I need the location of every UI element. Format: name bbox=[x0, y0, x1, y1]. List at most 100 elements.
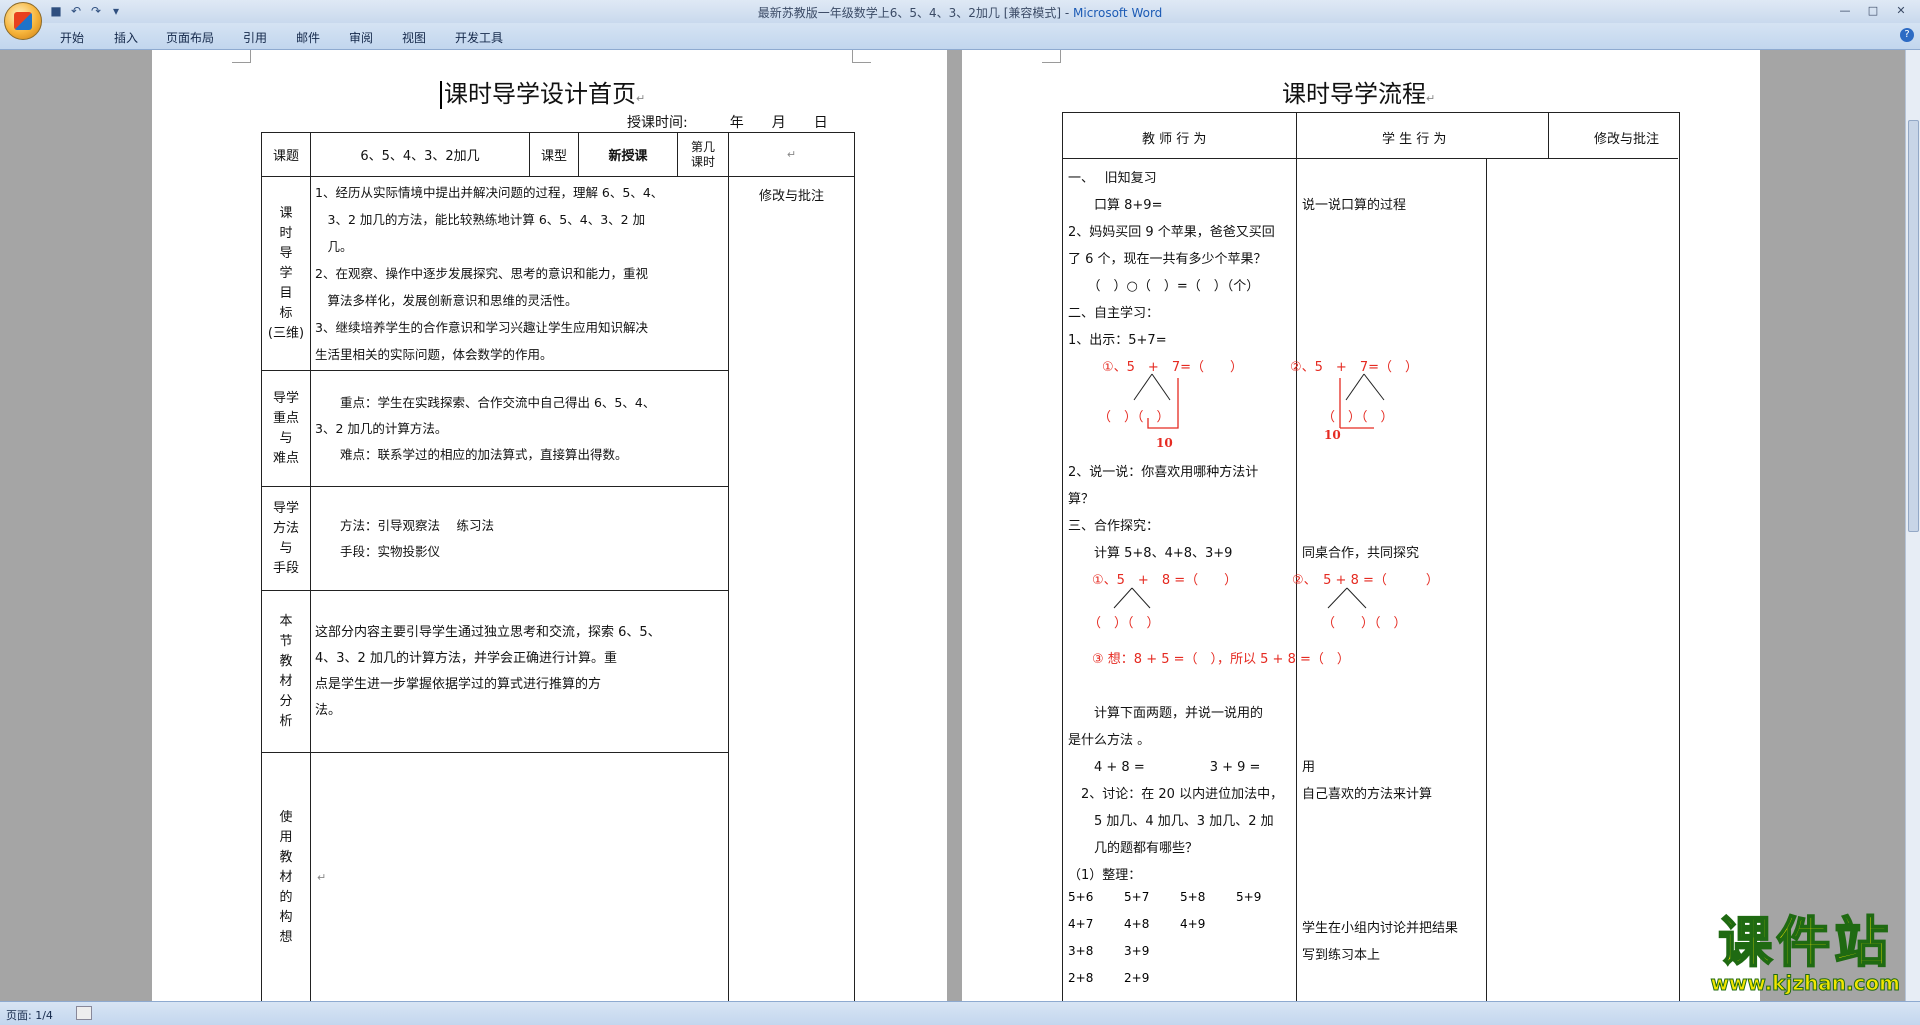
flow-table-header-rule bbox=[1062, 158, 1678, 159]
tab-home[interactable]: 开始 bbox=[60, 29, 84, 46]
page-1[interactable]: 课时导学设计首页↵ 授课时间: 年 月 日 课题 6、5、4、3、2加几 课型 … bbox=[152, 50, 947, 1002]
goals-line: 1、经历从实际情境中提出并解决问题的过程，理解 6、5、4、 bbox=[315, 185, 664, 200]
sum-item: 4+9 bbox=[1180, 917, 1206, 931]
analysis-label-char: 节 bbox=[279, 633, 293, 649]
page-indicator[interactable]: 页面: 1/4 bbox=[6, 1007, 53, 1023]
usage-label-char: 想 bbox=[279, 929, 293, 945]
student-line: 说一说口算的过程 bbox=[1302, 198, 1407, 213]
goals-line: 3、2 加几的方法，能比较熟练地计算 6、5、4、3、2 加 bbox=[315, 212, 646, 227]
document-workspace[interactable]: 课时导学设计首页↵ 授课时间: 年 月 日 课题 6、5、4、3、2加几 课型 … bbox=[0, 50, 1906, 1002]
teacher-line: 计算 5+8、4+8、3+9 bbox=[1068, 546, 1233, 561]
crop-mark bbox=[1042, 50, 1061, 63]
method-label-line: 手段 bbox=[272, 560, 299, 576]
teacher-line: 几的题都有哪些？ bbox=[1068, 841, 1199, 856]
ten-label: 10 bbox=[1156, 436, 1173, 450]
analysis-line: 点是学生进一步掌握依据学过的算式进行推算的方 bbox=[315, 676, 602, 692]
topic-label: 课题 bbox=[261, 132, 311, 177]
expr-3-split: （ ）（ ） bbox=[1088, 616, 1160, 631]
analysis-line: 4、3、2 加几的计算方法，并学会正确进行计算。重 bbox=[315, 650, 617, 666]
teacher-line: 是什么方法 。 bbox=[1068, 733, 1151, 748]
teacher-line: 口算 8+9= bbox=[1068, 198, 1163, 213]
focus-line: 重点：学生在实践探索、合作交流中自己得出 6、5、4、 bbox=[315, 394, 656, 410]
method-line: 手段：实物投影仪 bbox=[315, 543, 441, 559]
tab-review[interactable]: 审阅 bbox=[349, 29, 373, 46]
sum-item: 5+9 bbox=[1236, 890, 1262, 904]
help-icon[interactable]: ? bbox=[1900, 28, 1914, 42]
focus-label: 导学 重点 与 难点 bbox=[261, 370, 311, 487]
sum-item: 5+6 bbox=[1068, 890, 1094, 904]
method-label-line: 导学 bbox=[272, 500, 299, 516]
sum-item: 3+9 bbox=[1124, 944, 1150, 958]
tab-page-layout[interactable]: 页面布局 bbox=[166, 29, 214, 46]
goals-line: 2、在观察、操作中逐步发展探究、思考的意识和能力，重视 bbox=[315, 266, 648, 281]
analysis-label-char: 分 bbox=[279, 693, 293, 709]
analysis-label-char: 析 bbox=[279, 713, 293, 729]
expr-4-split: （ ）（ ） bbox=[1322, 616, 1407, 631]
page2-title: 课时导学流程↵ bbox=[1282, 80, 1436, 108]
tab-developer[interactable]: 开发工具 bbox=[455, 29, 503, 46]
tab-view[interactable]: 视图 bbox=[402, 29, 426, 46]
goals-line: 算法多样化，发展创新意识和思维的灵活性。 bbox=[315, 293, 578, 308]
expr-2-split: （ ）（ ） bbox=[1322, 410, 1394, 425]
proofing-icon[interactable] bbox=[76, 1006, 92, 1020]
goals-label-char: 导 bbox=[279, 245, 293, 261]
sum-item: 4+7 bbox=[1068, 917, 1094, 931]
header-student: 学 生 行 为 bbox=[1382, 132, 1447, 147]
office-button[interactable] bbox=[4, 2, 42, 40]
text-cursor bbox=[440, 81, 442, 109]
usage-label-char: 构 bbox=[279, 909, 293, 925]
vertical-scrollbar[interactable] bbox=[1905, 50, 1920, 1002]
teacher-line: 2、说一说：你喜欢用哪种方法计 bbox=[1068, 465, 1259, 480]
minimize-icon[interactable]: — bbox=[1832, 2, 1858, 20]
goals-label-char: 课 bbox=[279, 205, 293, 221]
usage-label: 使 用 教 材 的 构 想 bbox=[261, 752, 311, 1002]
topic-value[interactable]: 6、5、4、3、2加几 bbox=[310, 132, 530, 177]
sum-item: 2+8 bbox=[1068, 971, 1094, 985]
student-line: 写到练习本上 bbox=[1302, 948, 1381, 963]
sum-item: 2+9 bbox=[1124, 971, 1150, 985]
flow-table-divider bbox=[1486, 158, 1487, 1002]
tab-insert[interactable]: 插入 bbox=[114, 29, 138, 46]
teacher-line: 了 6 个，现在一共有多少个苹果？ bbox=[1068, 252, 1267, 267]
period-value[interactable]: ↵ bbox=[728, 132, 855, 177]
student-line: 自己喜欢的方法来计算 bbox=[1302, 787, 1433, 802]
maximize-icon[interactable]: □ bbox=[1860, 2, 1886, 20]
method-text[interactable]: 方法：引导观察法 练习法 手段：实物投影仪 bbox=[310, 486, 729, 591]
goals-label-char: (三维) bbox=[267, 325, 305, 341]
focus-label-line: 导学 bbox=[272, 390, 299, 406]
goals-label-char: 目 bbox=[279, 285, 293, 301]
analysis-label-char: 教 bbox=[279, 653, 293, 669]
flow-table-divider bbox=[1548, 112, 1549, 158]
teacher-line: 2、妈妈买回 9 个苹果，爸爸又买回 bbox=[1068, 225, 1275, 240]
usage-label-char: 教 bbox=[279, 849, 293, 865]
scrollbar-thumb[interactable] bbox=[1908, 120, 1919, 532]
page-title: 课时导学设计首页↵ bbox=[440, 74, 645, 109]
teacher-line: （1）整理： bbox=[1068, 868, 1142, 883]
review-label: 修改与批注 bbox=[758, 189, 824, 204]
teacher-line: 二、自主学习： bbox=[1068, 306, 1160, 321]
tab-references[interactable]: 引用 bbox=[243, 29, 267, 46]
tab-mailings[interactable]: 邮件 bbox=[296, 29, 320, 46]
window-controls: — □ ✕ bbox=[1832, 2, 1914, 20]
review-column[interactable]: 修改与批注 bbox=[728, 176, 855, 1002]
watermark: 课件站 www.kjzhan.com bbox=[1710, 898, 1901, 996]
goals-text[interactable]: 1、经历从实际情境中提出并解决问题的过程，理解 6、5、4、 3、2 加几的方法… bbox=[310, 176, 729, 371]
close-icon[interactable]: ✕ bbox=[1888, 2, 1914, 20]
focus-line: 难点：联系学过的相应的加法算式，直接算出得数。 bbox=[315, 446, 628, 462]
status-bar: 页面: 1/4 bbox=[0, 1001, 1920, 1025]
lesson-type-value[interactable]: 新授课 bbox=[578, 132, 678, 177]
teacher-line: 一、 旧知复习 bbox=[1068, 171, 1157, 186]
header-teacher: 教 师 行 为 bbox=[1142, 132, 1207, 147]
focus-text[interactable]: 重点：学生在实践探索、合作交流中自己得出 6、5、4、 3、2 加几的计算方法。… bbox=[310, 370, 729, 487]
analysis-label-char: 本 bbox=[279, 613, 293, 629]
goals-line: 几。 bbox=[315, 239, 353, 254]
goals-line: 3、继续培养学生的合作意识和学习兴趣让学生应用知识解决 bbox=[315, 320, 648, 335]
header-review: 修改与批注 bbox=[1594, 132, 1660, 147]
method-label: 导学 方法 与 手段 bbox=[261, 486, 311, 591]
sum-item: 5+8 bbox=[1180, 890, 1206, 904]
usage-text[interactable]: ↵ bbox=[310, 752, 729, 1002]
page-2[interactable]: 课时导学流程↵ 教 师 行 为 学 生 行 为 修改与批注 一、 旧知复习 口算… bbox=[962, 50, 1760, 1002]
analysis-text[interactable]: 这部分内容主要引导学生通过独立思考和交流，探索 6、5、 4、3、2 加几的计算… bbox=[310, 590, 729, 753]
page1-title-text: 课时导学设计首页 bbox=[444, 80, 636, 108]
usage-label-char: 使 bbox=[279, 809, 293, 825]
